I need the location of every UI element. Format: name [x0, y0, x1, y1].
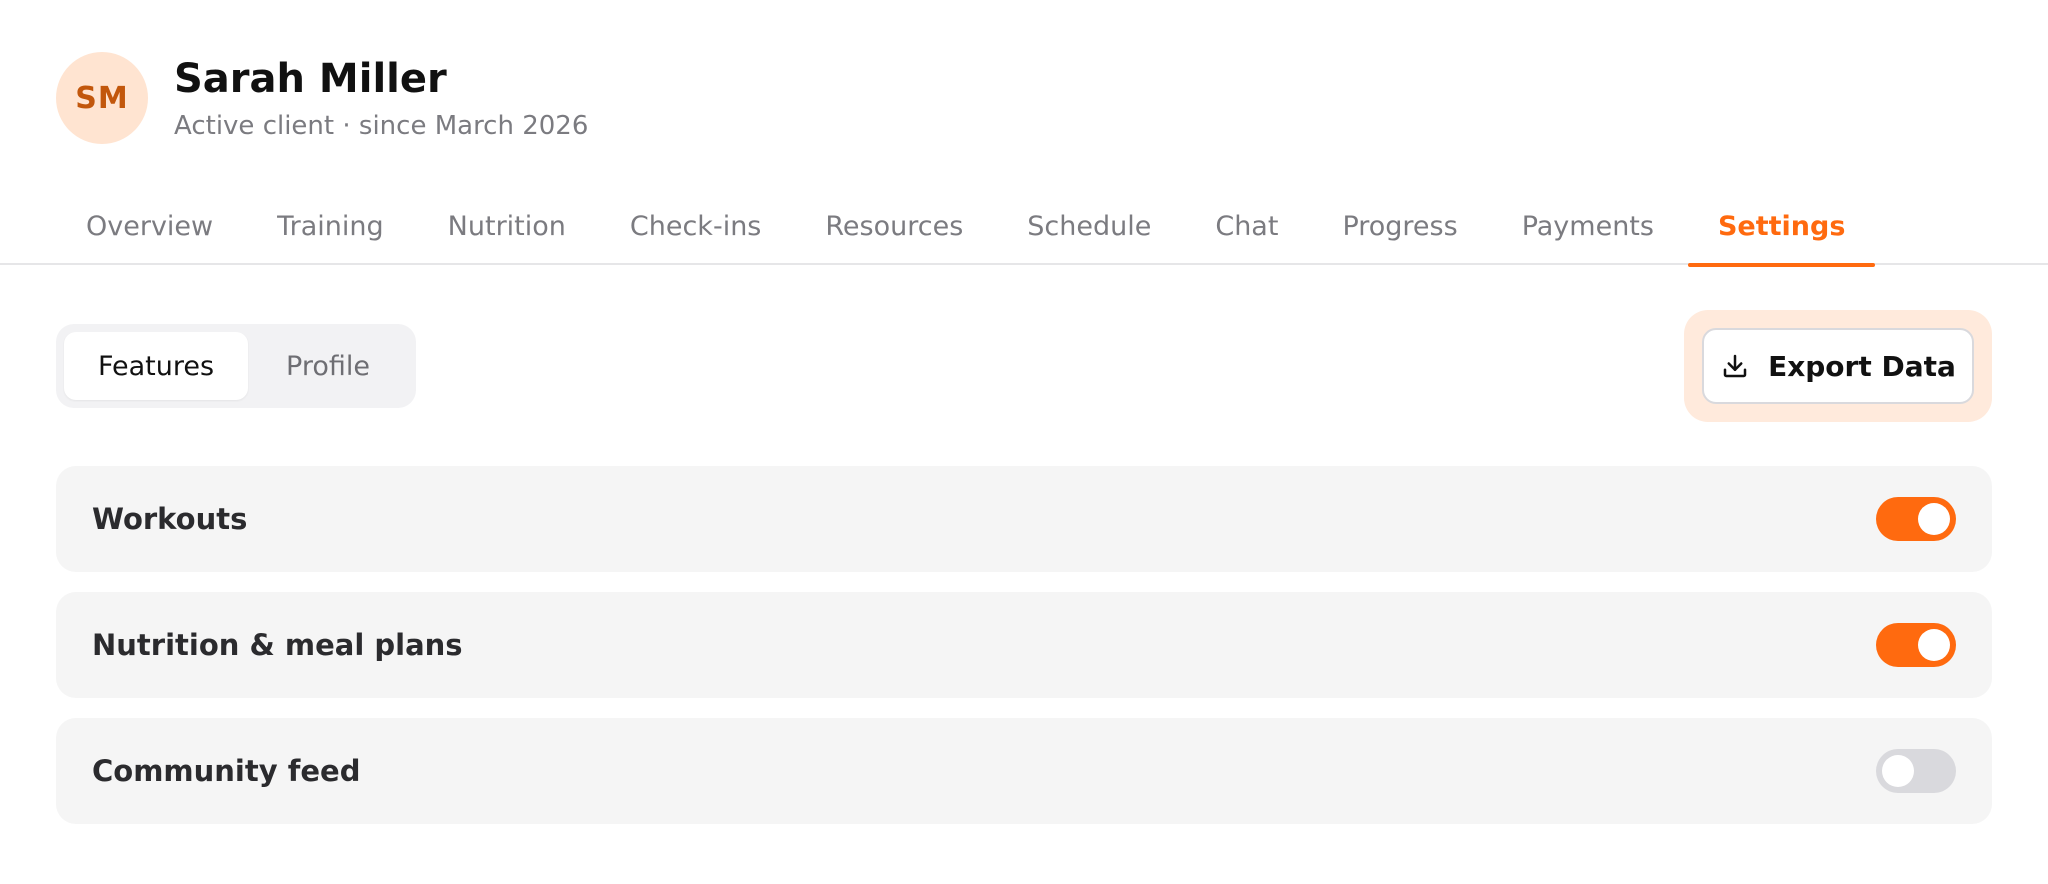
tab-resources[interactable]: Resources — [795, 188, 993, 265]
toggle-knob — [1882, 755, 1914, 787]
workouts-toggle[interactable] — [1876, 497, 1956, 541]
tab-nutrition[interactable]: Nutrition — [418, 188, 596, 265]
export-data-button[interactable]: Export Data — [1702, 328, 1974, 404]
tab-payments[interactable]: Payments — [1492, 188, 1684, 265]
tab-check-ins[interactable]: Check-ins — [600, 188, 791, 265]
export-focus-ring: Export Data — [1684, 310, 1992, 422]
feature-row-nutrition: Nutrition & meal plans — [56, 592, 1992, 698]
client-name: Sarah Miller — [174, 56, 447, 102]
tab-schedule[interactable]: Schedule — [997, 188, 1181, 265]
client-header: SM Sarah Miller Active client · since Ma… — [56, 52, 588, 144]
toggle-knob — [1918, 503, 1950, 535]
download-icon — [1723, 354, 1747, 378]
tab-progress[interactable]: Progress — [1312, 188, 1487, 265]
segment-profile[interactable]: Profile — [248, 332, 408, 400]
avatar-initials: SM — [75, 80, 129, 116]
community-feed-toggle[interactable] — [1876, 749, 1956, 793]
feature-row-community-feed: Community feed — [56, 718, 1992, 824]
client-tabs: Overview Training Nutrition Check-ins Re… — [0, 188, 2048, 267]
client-subtitle: Active client · since March 2026 — [174, 111, 589, 141]
feature-label: Nutrition & meal plans — [92, 628, 463, 662]
avatar: SM — [56, 52, 148, 144]
nutrition-toggle[interactable] — [1876, 623, 1956, 667]
settings-segmented-control: Features Profile — [56, 324, 416, 408]
tab-overview[interactable]: Overview — [56, 188, 243, 265]
feature-label: Workouts — [92, 502, 248, 536]
segment-features[interactable]: Features — [64, 332, 248, 400]
client-info: Sarah Miller Active client · since March… — [174, 54, 588, 142]
toggle-knob — [1918, 629, 1950, 661]
feature-row-workouts: Workouts — [56, 466, 1992, 572]
tab-settings[interactable]: Settings — [1687, 188, 1876, 267]
export-data-label: Export Data — [1768, 349, 1956, 383]
feature-label: Community feed — [92, 754, 361, 788]
tab-chat[interactable]: Chat — [1185, 188, 1308, 265]
tab-training[interactable]: Training — [247, 188, 414, 265]
